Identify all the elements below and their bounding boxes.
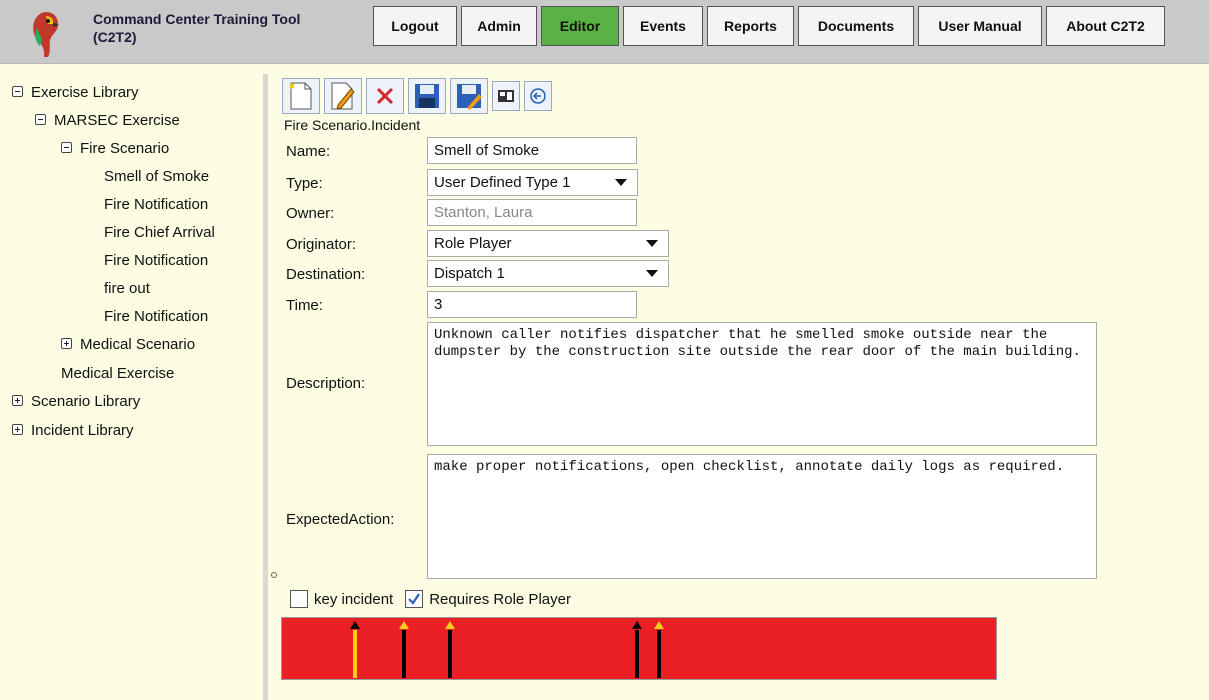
key-incident-checkbox[interactable]: [290, 590, 308, 608]
chevron-down-icon: [646, 270, 658, 277]
tree-item-fire-chief-arrival[interactable]: Fire Chief Arrival: [104, 222, 215, 244]
tree-item-fire-out[interactable]: fire out: [104, 278, 150, 300]
name-field[interactable]: [427, 137, 637, 164]
name-label: Name:: [286, 143, 331, 160]
tree-node-incident-library[interactable]: Incident Library: [12, 420, 134, 442]
app-title: Command Center Training Tool (C2T2): [93, 11, 301, 45]
user-manual-button[interactable]: User Manual: [918, 6, 1042, 46]
collapse-icon[interactable]: [35, 114, 46, 125]
checkmark-icon: [408, 593, 421, 605]
parrot-logo-icon: [33, 12, 59, 57]
tree-label: MARSEC Exercise: [54, 112, 180, 129]
events-button[interactable]: Events: [623, 6, 703, 46]
about-button[interactable]: About C2T2: [1046, 6, 1165, 46]
tree-item-medical-exercise[interactable]: Medical Exercise: [61, 363, 174, 385]
expand-icon[interactable]: [61, 338, 72, 349]
type-select-value: User Defined Type 1: [434, 174, 571, 191]
save-icon[interactable]: [408, 78, 446, 114]
tree-node-medical-scenario[interactable]: Medical Scenario: [61, 334, 195, 356]
tree-node-scenario-library[interactable]: Scenario Library: [12, 391, 140, 413]
tree-label: Fire Scenario: [80, 140, 170, 157]
chevron-down-icon: [615, 179, 627, 186]
expand-icon[interactable]: [12, 424, 23, 435]
export-icon[interactable]: [492, 81, 520, 111]
admin-button[interactable]: Admin: [461, 6, 537, 46]
destination-label: Destination:: [286, 266, 366, 283]
tree-label: Exercise Library: [31, 84, 139, 101]
documents-button[interactable]: Documents: [798, 6, 914, 46]
time-field[interactable]: [427, 291, 637, 318]
tree-node-exercise-library[interactable]: Exercise Library: [12, 82, 139, 104]
tree-item-fire-notification[interactable]: Fire Notification: [104, 250, 208, 272]
timeline-marker[interactable]: [350, 621, 360, 679]
expand-icon[interactable]: [12, 395, 23, 406]
incident-timeline[interactable]: [281, 617, 997, 680]
editor-toolbar: [282, 78, 556, 114]
owner-field: [427, 199, 637, 226]
back-icon[interactable]: [524, 81, 552, 111]
requires-role-player-label: Requires Role Player: [429, 590, 571, 608]
key-incident-label: key incident: [314, 590, 394, 608]
incident-options: key incident Requires Role Player: [290, 590, 583, 608]
expected-action-label: ExpectedAction:: [286, 511, 395, 528]
tree-item-smell-of-smoke[interactable]: Smell of Smoke: [104, 166, 209, 188]
delete-icon[interactable]: [366, 78, 404, 114]
edit-icon[interactable]: [324, 78, 362, 114]
tree-node-marsec-exercise[interactable]: MARSEC Exercise: [35, 110, 180, 132]
type-label: Type:: [286, 175, 323, 192]
originator-select[interactable]: Role Player: [427, 230, 669, 257]
originator-select-value: Role Player: [434, 235, 512, 252]
type-select[interactable]: User Defined Type 1: [427, 169, 638, 196]
chevron-down-icon: [646, 240, 658, 247]
breadcrumb: Fire Scenario.Incident: [284, 117, 421, 133]
destination-select[interactable]: Dispatch 1: [427, 260, 669, 287]
originator-label: Originator:: [286, 236, 357, 253]
app-header: Command Center Training Tool (C2T2) Logo…: [0, 0, 1209, 64]
timeline-marker[interactable]: [445, 621, 455, 679]
reports-button[interactable]: Reports: [707, 6, 794, 46]
tree-label: Scenario Library: [31, 393, 141, 410]
description-label: Description:: [286, 375, 366, 392]
description-textarea[interactable]: Unknown caller notifies dispatcher that …: [427, 322, 1097, 446]
tree-item-fire-notification[interactable]: Fire Notification: [104, 194, 208, 216]
collapse-icon[interactable]: [61, 142, 72, 153]
timeline-marker[interactable]: [632, 621, 642, 679]
splitter-handle[interactable]: [271, 572, 277, 578]
tree-sidebar: Exercise Library MARSEC Exercise Fire Sc…: [0, 74, 268, 700]
save-as-icon[interactable]: [450, 78, 488, 114]
tree-node-fire-scenario[interactable]: Fire Scenario: [61, 138, 169, 160]
tree-item-fire-notification[interactable]: Fire Notification: [104, 306, 208, 328]
main-nav: Logout Admin Editor Events Reports Docum…: [373, 6, 1169, 46]
new-document-icon[interactable]: [282, 78, 320, 114]
editor-button[interactable]: Editor: [541, 6, 619, 46]
tree-label: Medical Scenario: [80, 336, 196, 353]
logout-button[interactable]: Logout: [373, 6, 457, 46]
collapse-icon[interactable]: [12, 86, 23, 97]
requires-role-player-checkbox[interactable]: [405, 590, 424, 608]
timeline-marker[interactable]: [654, 621, 664, 679]
tree-label: Incident Library: [31, 422, 134, 439]
time-label: Time:: [286, 297, 323, 314]
destination-select-value: Dispatch 1: [434, 265, 505, 282]
expected-action-textarea[interactable]: make proper notifications, open checklis…: [427, 454, 1097, 579]
owner-label: Owner:: [286, 205, 335, 222]
timeline-marker[interactable]: [399, 621, 409, 679]
